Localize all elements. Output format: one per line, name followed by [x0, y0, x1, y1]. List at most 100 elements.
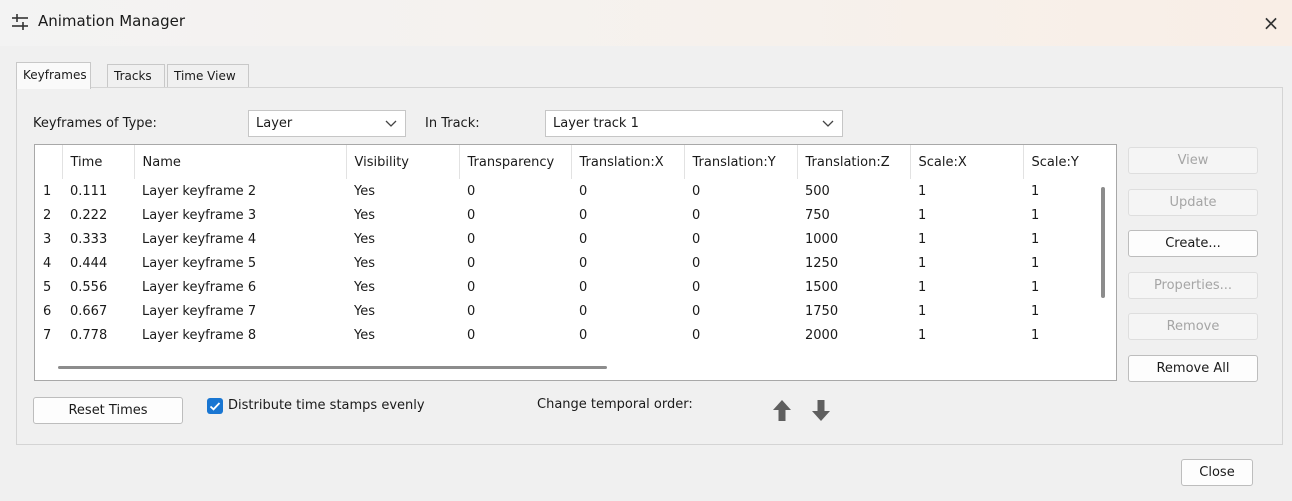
table-row[interactable]: 5 0.556 Layer keyframe 6 Yes 0 0 0 1500 … — [35, 275, 1097, 299]
cell-time: 0.444 — [70, 255, 108, 271]
arrow-down-icon[interactable] — [810, 398, 832, 424]
cell-transparency: 0 — [467, 327, 476, 343]
cell-scale-x: 1 — [918, 255, 927, 271]
title-bar: Animation Manager × — [0, 0, 1292, 46]
cell-name: Layer keyframe 7 — [142, 303, 257, 319]
column-header-visibility[interactable]: Visibility — [346, 145, 460, 179]
column-header-time[interactable]: Time — [62, 145, 135, 179]
in-track-dropdown[interactable]: Layer track 1 — [545, 110, 843, 137]
cell-translation-y: 0 — [692, 255, 701, 271]
cell-scale-x: 1 — [918, 183, 927, 199]
cell-translation-x: 0 — [579, 303, 588, 319]
column-header-translation-x[interactable]: Translation:X — [571, 145, 685, 179]
cell-scale-x: 1 — [918, 303, 927, 319]
cell-translation-z: 1250 — [805, 255, 839, 271]
table-header-row: Time Name Visibility Transparency Transl… — [35, 145, 1097, 179]
checkmark-icon — [209, 402, 221, 411]
cell-scale-x: 1 — [918, 327, 927, 343]
cell-time: 0.333 — [70, 231, 108, 247]
cell-scale-y: 1 — [1031, 303, 1040, 319]
sliders-icon — [12, 14, 28, 30]
column-header-translation-y[interactable]: Translation:Y — [684, 145, 798, 179]
view-button[interactable]: View — [1128, 147, 1258, 174]
column-header-scale-x[interactable]: Scale:X — [910, 145, 1024, 179]
column-header-index[interactable] — [35, 145, 63, 179]
cell-scale-x: 1 — [918, 231, 927, 247]
table-row[interactable]: 7 0.778 Layer keyframe 8 Yes 0 0 0 2000 … — [35, 323, 1097, 347]
cell-transparency: 0 — [467, 207, 476, 223]
remove-button[interactable]: Remove — [1128, 313, 1258, 340]
cell-translation-x: 0 — [579, 327, 588, 343]
in-track-value: Layer track 1 — [553, 116, 639, 131]
window-title: Animation Manager — [38, 12, 185, 30]
row-index: 2 — [43, 207, 52, 223]
cell-translation-y: 0 — [692, 231, 701, 247]
horizontal-scrollbar[interactable] — [58, 366, 607, 369]
close-button[interactable]: Close — [1181, 459, 1253, 486]
table-row[interactable]: 6 0.667 Layer keyframe 7 Yes 0 0 0 1750 … — [35, 299, 1097, 323]
cell-transparency: 0 — [467, 231, 476, 247]
cell-name: Layer keyframe 8 — [142, 327, 257, 343]
cell-translation-z: 1500 — [805, 279, 839, 295]
chevron-down-icon — [385, 120, 397, 127]
cell-transparency: 0 — [467, 255, 476, 271]
update-button[interactable]: Update — [1128, 189, 1258, 216]
cell-translation-z: 500 — [805, 183, 830, 199]
table-row[interactable]: 3 0.333 Layer keyframe 4 Yes 0 0 0 1000 … — [35, 227, 1097, 251]
column-header-translation-z[interactable]: Translation:Z — [797, 145, 911, 179]
remove-all-button[interactable]: Remove All — [1128, 355, 1258, 382]
table-row[interactable]: 1 0.111 Layer keyframe 2 Yes 0 0 0 500 1… — [35, 179, 1097, 203]
reset-times-button[interactable]: Reset Times — [33, 397, 183, 424]
table-row[interactable]: 2 0.222 Layer keyframe 3 Yes 0 0 0 750 1… — [35, 203, 1097, 227]
distribute-checkbox[interactable] — [207, 398, 223, 414]
cell-name: Layer keyframe 5 — [142, 255, 257, 271]
close-icon[interactable]: × — [1256, 8, 1286, 38]
row-index: 1 — [43, 183, 52, 199]
cell-visibility: Yes — [354, 279, 375, 295]
cell-name: Layer keyframe 3 — [142, 207, 257, 223]
tab-tracks[interactable]: Tracks — [107, 64, 165, 87]
row-index: 6 — [43, 303, 52, 319]
cell-time: 0.667 — [70, 303, 108, 319]
keyframes-type-dropdown[interactable]: Layer — [248, 110, 406, 137]
tab-time-view[interactable]: Time View — [167, 64, 249, 87]
cell-translation-y: 0 — [692, 327, 701, 343]
cell-translation-z: 2000 — [805, 327, 839, 343]
keyframes-type-value: Layer — [256, 116, 293, 131]
cell-translation-x: 0 — [579, 207, 588, 223]
cell-time: 0.111 — [70, 183, 108, 199]
cell-scale-y: 1 — [1031, 327, 1040, 343]
keyframes-type-label: Keyframes of Type: — [33, 116, 157, 131]
keyframes-table[interactable]: Time Name Visibility Transparency Transl… — [34, 144, 1117, 381]
cell-time: 0.556 — [70, 279, 108, 295]
cell-name: Layer keyframe 4 — [142, 231, 257, 247]
distribute-label[interactable]: Distribute time stamps evenly — [228, 398, 425, 413]
cell-scale-y: 1 — [1031, 255, 1040, 271]
cell-scale-y: 1 — [1031, 183, 1040, 199]
cell-time: 0.222 — [70, 207, 108, 223]
row-index: 5 — [43, 279, 52, 295]
create-button[interactable]: Create... — [1128, 230, 1258, 257]
arrow-up-icon[interactable] — [771, 398, 793, 424]
cell-visibility: Yes — [354, 255, 375, 271]
in-track-label: In Track: — [425, 116, 480, 131]
cell-translation-x: 0 — [579, 279, 588, 295]
cell-translation-z: 750 — [805, 207, 830, 223]
cell-translation-y: 0 — [692, 183, 701, 199]
column-header-scale-y[interactable]: Scale:Y — [1023, 145, 1097, 179]
cell-scale-y: 1 — [1031, 207, 1040, 223]
properties-button[interactable]: Properties... — [1128, 272, 1258, 299]
cell-scale-x: 1 — [918, 279, 927, 295]
cell-translation-z: 1000 — [805, 231, 839, 247]
cell-visibility: Yes — [354, 231, 375, 247]
tab-keyframes[interactable]: Keyframes — [16, 62, 91, 89]
table-row[interactable]: 4 0.444 Layer keyframe 5 Yes 0 0 0 1250 … — [35, 251, 1097, 275]
column-header-transparency[interactable]: Transparency — [459, 145, 572, 179]
cell-translation-x: 0 — [579, 231, 588, 247]
cell-translation-y: 0 — [692, 279, 701, 295]
vertical-scrollbar[interactable] — [1101, 187, 1105, 298]
cell-time: 0.778 — [70, 327, 108, 343]
row-index: 7 — [43, 327, 52, 343]
column-header-name[interactable]: Name — [134, 145, 347, 179]
cell-name: Layer keyframe 2 — [142, 183, 257, 199]
